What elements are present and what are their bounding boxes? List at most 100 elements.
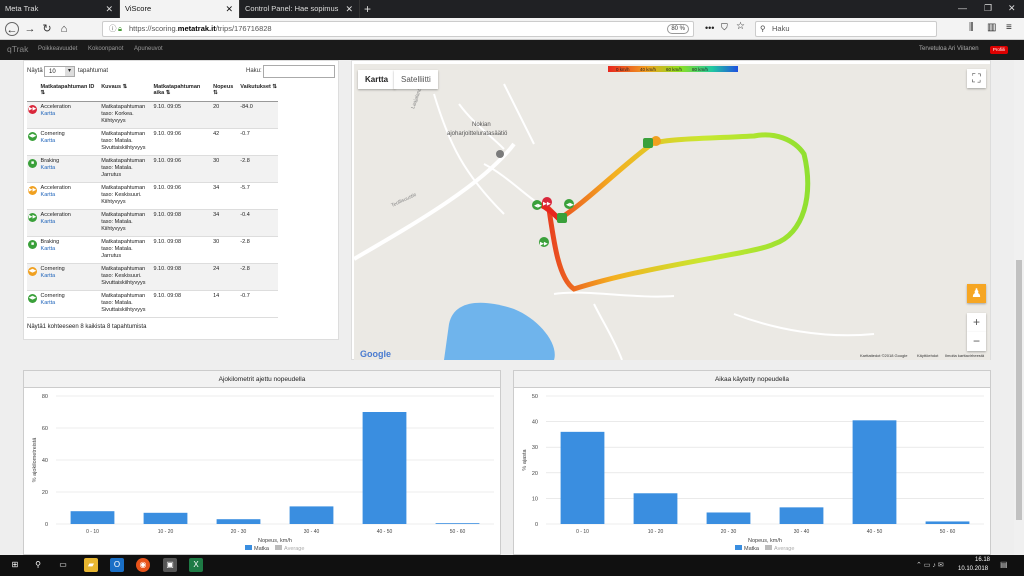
column-header[interactable]: Nopeus ⇅ bbox=[212, 83, 240, 102]
close-window-button[interactable]: ✕ bbox=[1008, 3, 1016, 14]
report-error-link[interactable]: Ilmoita karttavirheestä bbox=[945, 353, 985, 358]
outlook-icon[interactable]: O bbox=[110, 558, 124, 572]
table-row[interactable]: ◀▶ Cornering Kartta Matkatapahtuman taso: M… bbox=[27, 290, 278, 318]
restore-button[interactable]: ❐ bbox=[984, 3, 992, 14]
tab-control-panel[interactable]: Control Panel: Hae sopimus ✕ bbox=[240, 0, 360, 18]
map-link[interactable]: Kartta bbox=[41, 273, 100, 280]
bookmark-star-icon[interactable]: ☆ bbox=[736, 21, 745, 32]
table-search-input[interactable] bbox=[263, 65, 335, 78]
column-header[interactable]: Kuvaus ⇅ bbox=[100, 83, 153, 102]
task-view-icon[interactable]: ▭ bbox=[56, 558, 70, 572]
bar[interactable] bbox=[435, 523, 480, 524]
table-row[interactable]: ▶▶ Acceleration Kartta Matkatapahtuman taso… bbox=[27, 209, 278, 237]
minimize-button[interactable]: — bbox=[958, 3, 967, 13]
clock-date[interactable]: 10.10.2018 bbox=[958, 566, 988, 572]
map-link[interactable]: Kartta bbox=[41, 165, 100, 172]
menu-icon[interactable]: ≡ bbox=[1006, 22, 1012, 33]
pocket-icon[interactable]: ⛉ bbox=[721, 22, 728, 33]
bar[interactable] bbox=[216, 519, 261, 524]
url-bar[interactable]: ⓘ 🔒︎ https://scoring.metatrak.it/trips/1… bbox=[102, 21, 694, 37]
map-link[interactable]: Kartta bbox=[41, 300, 100, 307]
legend-label[interactable]: Average bbox=[284, 546, 304, 552]
firefox-icon[interactable]: ◉ bbox=[136, 558, 150, 572]
column-header[interactable]: Matkatapahtuman aika ⇅ bbox=[152, 83, 213, 102]
event-marker[interactable]: ▶▶ bbox=[539, 237, 549, 247]
windows-start-icon[interactable]: ⊞ bbox=[8, 558, 22, 572]
terms-link[interactable]: Käyttöehdot bbox=[917, 353, 939, 358]
app-icon[interactable]: ▣ bbox=[163, 558, 177, 572]
app-logo[interactable]: qTrak bbox=[7, 44, 28, 54]
bar[interactable] bbox=[70, 511, 115, 524]
event-marker[interactable]: ◀▶ bbox=[532, 200, 542, 210]
info-icon[interactable]: ⓘ bbox=[109, 22, 117, 36]
legend-label[interactable]: Matka bbox=[254, 546, 270, 552]
nav-tools[interactable]: Apuneuvot bbox=[134, 46, 163, 52]
tab-metatrak[interactable]: Meta Trak ✕ bbox=[0, 0, 120, 18]
zoom-level[interactable]: 80 % bbox=[667, 24, 689, 34]
event-marker[interactable] bbox=[557, 213, 567, 223]
page-size-select[interactable]: 10 ▾ bbox=[44, 66, 75, 77]
close-icon[interactable]: ✕ bbox=[225, 0, 233, 18]
legend-label[interactable]: Matka bbox=[744, 546, 760, 552]
bar[interactable] bbox=[852, 420, 897, 524]
map-type-satellite-button[interactable]: Satelliitti bbox=[394, 70, 438, 89]
home-icon[interactable]: ⌂ bbox=[57, 22, 71, 36]
event-marker[interactable] bbox=[643, 138, 653, 148]
notification-icon[interactable]: ▤ bbox=[1000, 560, 1008, 569]
close-icon[interactable]: ✕ bbox=[345, 0, 353, 18]
legend-label[interactable]: Average bbox=[774, 546, 794, 552]
table-row[interactable]: ◀▶ Cornering Kartta Matkatapahtuman taso: K… bbox=[27, 263, 278, 291]
nav-anomalies[interactable]: Poikkeavuudet bbox=[38, 46, 77, 52]
map-type-map-button[interactable]: Kartta bbox=[358, 70, 396, 89]
zoom-out-button[interactable]: − bbox=[967, 332, 986, 351]
nav-configurations[interactable]: Kokoonpanot bbox=[88, 46, 123, 52]
legend-swatch bbox=[735, 545, 742, 550]
table-row[interactable]: ▶▶ Acceleration Kartta Matkatapahtuman taso… bbox=[27, 182, 278, 210]
back-button[interactable]: ← bbox=[5, 22, 19, 36]
reload-button[interactable]: ↻ bbox=[40, 22, 54, 36]
new-tab-button[interactable]: + bbox=[364, 2, 371, 16]
search-input[interactable]: ⚲ Haku bbox=[755, 21, 937, 37]
map-link[interactable]: Kartta bbox=[41, 246, 100, 253]
fullscreen-icon[interactable]: ⛶ bbox=[967, 69, 986, 88]
bar[interactable] bbox=[362, 412, 407, 524]
zoom-in-button[interactable]: + bbox=[967, 313, 986, 332]
bar[interactable] bbox=[925, 521, 970, 524]
sidebar-icon[interactable]: ▥ bbox=[987, 22, 996, 33]
bar[interactable] bbox=[706, 512, 751, 524]
forward-button[interactable]: → bbox=[23, 22, 37, 36]
event-marker[interactable]: ▶▶ bbox=[542, 197, 552, 207]
bar[interactable] bbox=[633, 493, 678, 524]
search-icon[interactable]: ⚲ bbox=[31, 558, 45, 572]
column-header[interactable]: Matkatapahtuman ID ⇅ bbox=[39, 83, 101, 102]
system-tray-icons[interactable]: ⌃ ▭ ♪ ✉ bbox=[916, 561, 944, 569]
file-explorer-icon[interactable]: ▰ bbox=[84, 558, 98, 572]
library-icon[interactable]: ⫼ bbox=[969, 22, 974, 33]
bar[interactable] bbox=[779, 507, 824, 524]
event-marker[interactable]: ◀▶ bbox=[564, 199, 574, 209]
bar[interactable] bbox=[289, 506, 334, 524]
map[interactable]: Nokian ajoharjoitteluratasäätiö Laajalan… bbox=[354, 64, 990, 360]
page-scrollbar[interactable] bbox=[1014, 60, 1024, 555]
map-link[interactable]: Kartta bbox=[41, 111, 100, 118]
table-row[interactable]: ■ Braking Kartta Matkatapahtuman taso: Mata… bbox=[27, 236, 278, 264]
table-row[interactable]: ◀▶ Cornering Kartta Matkatapahtuman taso: M… bbox=[27, 128, 278, 156]
bar[interactable] bbox=[143, 512, 188, 524]
profile-badge[interactable]: Profiili bbox=[990, 46, 1008, 54]
excel-icon[interactable]: X bbox=[189, 558, 203, 572]
clock-time[interactable]: 16.18 bbox=[966, 557, 990, 563]
map-link[interactable]: Kartta bbox=[41, 219, 100, 226]
place-marker-icon[interactable] bbox=[496, 150, 504, 158]
more-icon[interactable]: ••• bbox=[705, 23, 714, 33]
street-view-pegman-icon[interactable]: ♟ bbox=[967, 284, 986, 303]
close-icon[interactable]: ✕ bbox=[105, 0, 113, 18]
scrollbar-thumb[interactable] bbox=[1016, 260, 1022, 520]
search-label: Haku: bbox=[246, 68, 262, 74]
table-row[interactable]: ▶▶ Acceleration Kartta Matkatapahtuman taso… bbox=[27, 101, 278, 129]
map-link[interactable]: Kartta bbox=[41, 138, 100, 145]
tab-viscore[interactable]: ViScore ✕ bbox=[120, 0, 240, 18]
table-row[interactable]: ■ Braking Kartta Matkatapahtuman taso: Mata… bbox=[27, 155, 278, 183]
map-link[interactable]: Kartta bbox=[41, 192, 100, 199]
bar[interactable] bbox=[560, 431, 605, 524]
column-header[interactable]: Vaikutukset ⇅ bbox=[239, 83, 278, 102]
